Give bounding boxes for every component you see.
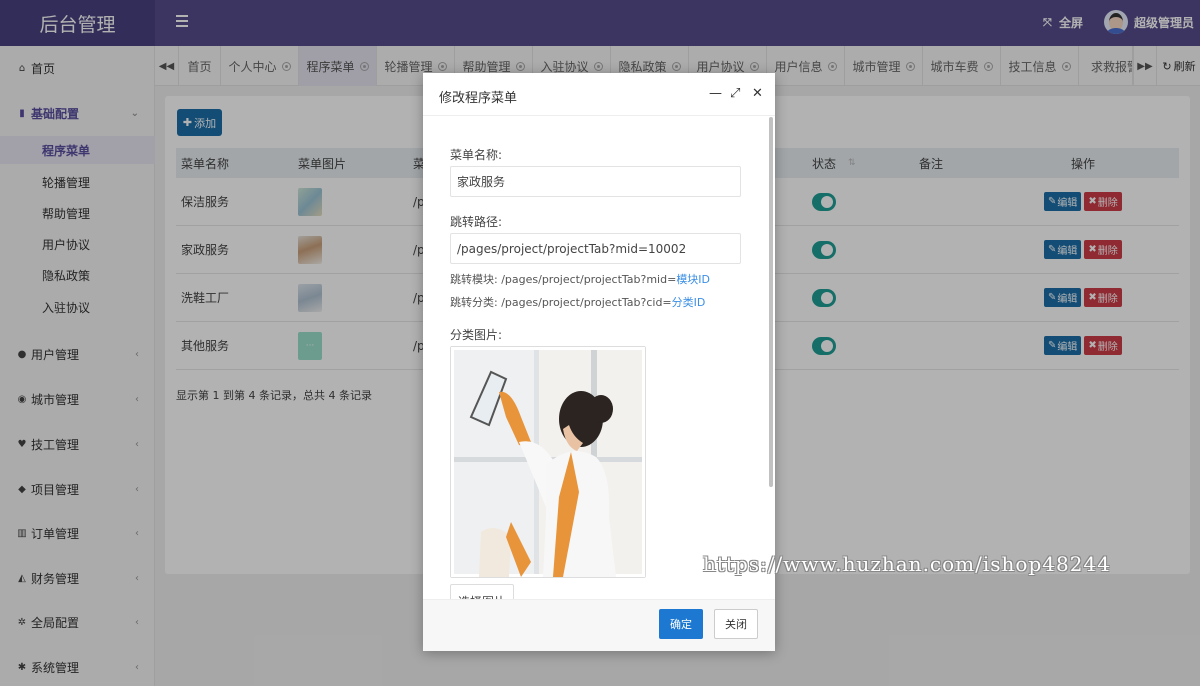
menu-name-input[interactable]: 家政服务	[450, 166, 741, 197]
dialog-title: 修改程序菜单	[439, 91, 518, 106]
category-image-label: 分类图片:	[450, 328, 503, 342]
module-hint: 跳转模块: /pages/project/projectTab?mid=模块ID	[450, 271, 710, 287]
cleaning-woman-image	[451, 347, 645, 577]
close-button[interactable]: 关闭	[714, 609, 758, 639]
category-hint: 跳转分类: /pages/project/projectTab?cid=分类ID	[450, 294, 705, 310]
minimize-icon[interactable]: —	[709, 87, 722, 101]
maximize-icon[interactable]: ⤢	[730, 87, 740, 101]
dialog-header: 修改程序菜单 — ⤢ ✕	[423, 73, 775, 116]
jump-path-input[interactable]: /pages/project/projectTab?mid=10002	[450, 233, 741, 264]
category-id-link[interactable]: 分类ID	[672, 296, 706, 309]
dialog-body: 菜单名称: 家政服务 跳转路径: /pages/project/projectT…	[423, 116, 775, 599]
confirm-button[interactable]: 确定	[659, 609, 703, 639]
dialog-footer: 确定 关闭	[423, 599, 775, 651]
close-icon[interactable]: ✕	[752, 87, 763, 101]
category-image-preview	[450, 346, 646, 578]
jump-path-label: 跳转路径:	[450, 215, 503, 229]
module-id-link[interactable]: 模块ID	[676, 273, 710, 286]
category-hint-text: 跳转分类: /pages/project/projectTab?cid=	[450, 296, 672, 309]
module-hint-text: 跳转模块: /pages/project/projectTab?mid=	[450, 273, 677, 286]
watermark-text: https://www.huzhan.com/ishop48244	[703, 552, 1111, 576]
choose-image-button[interactable]: 选择图片	[450, 584, 514, 599]
menu-name-label: 菜单名称:	[450, 148, 503, 162]
dialog-scrollbar[interactable]	[769, 117, 773, 487]
